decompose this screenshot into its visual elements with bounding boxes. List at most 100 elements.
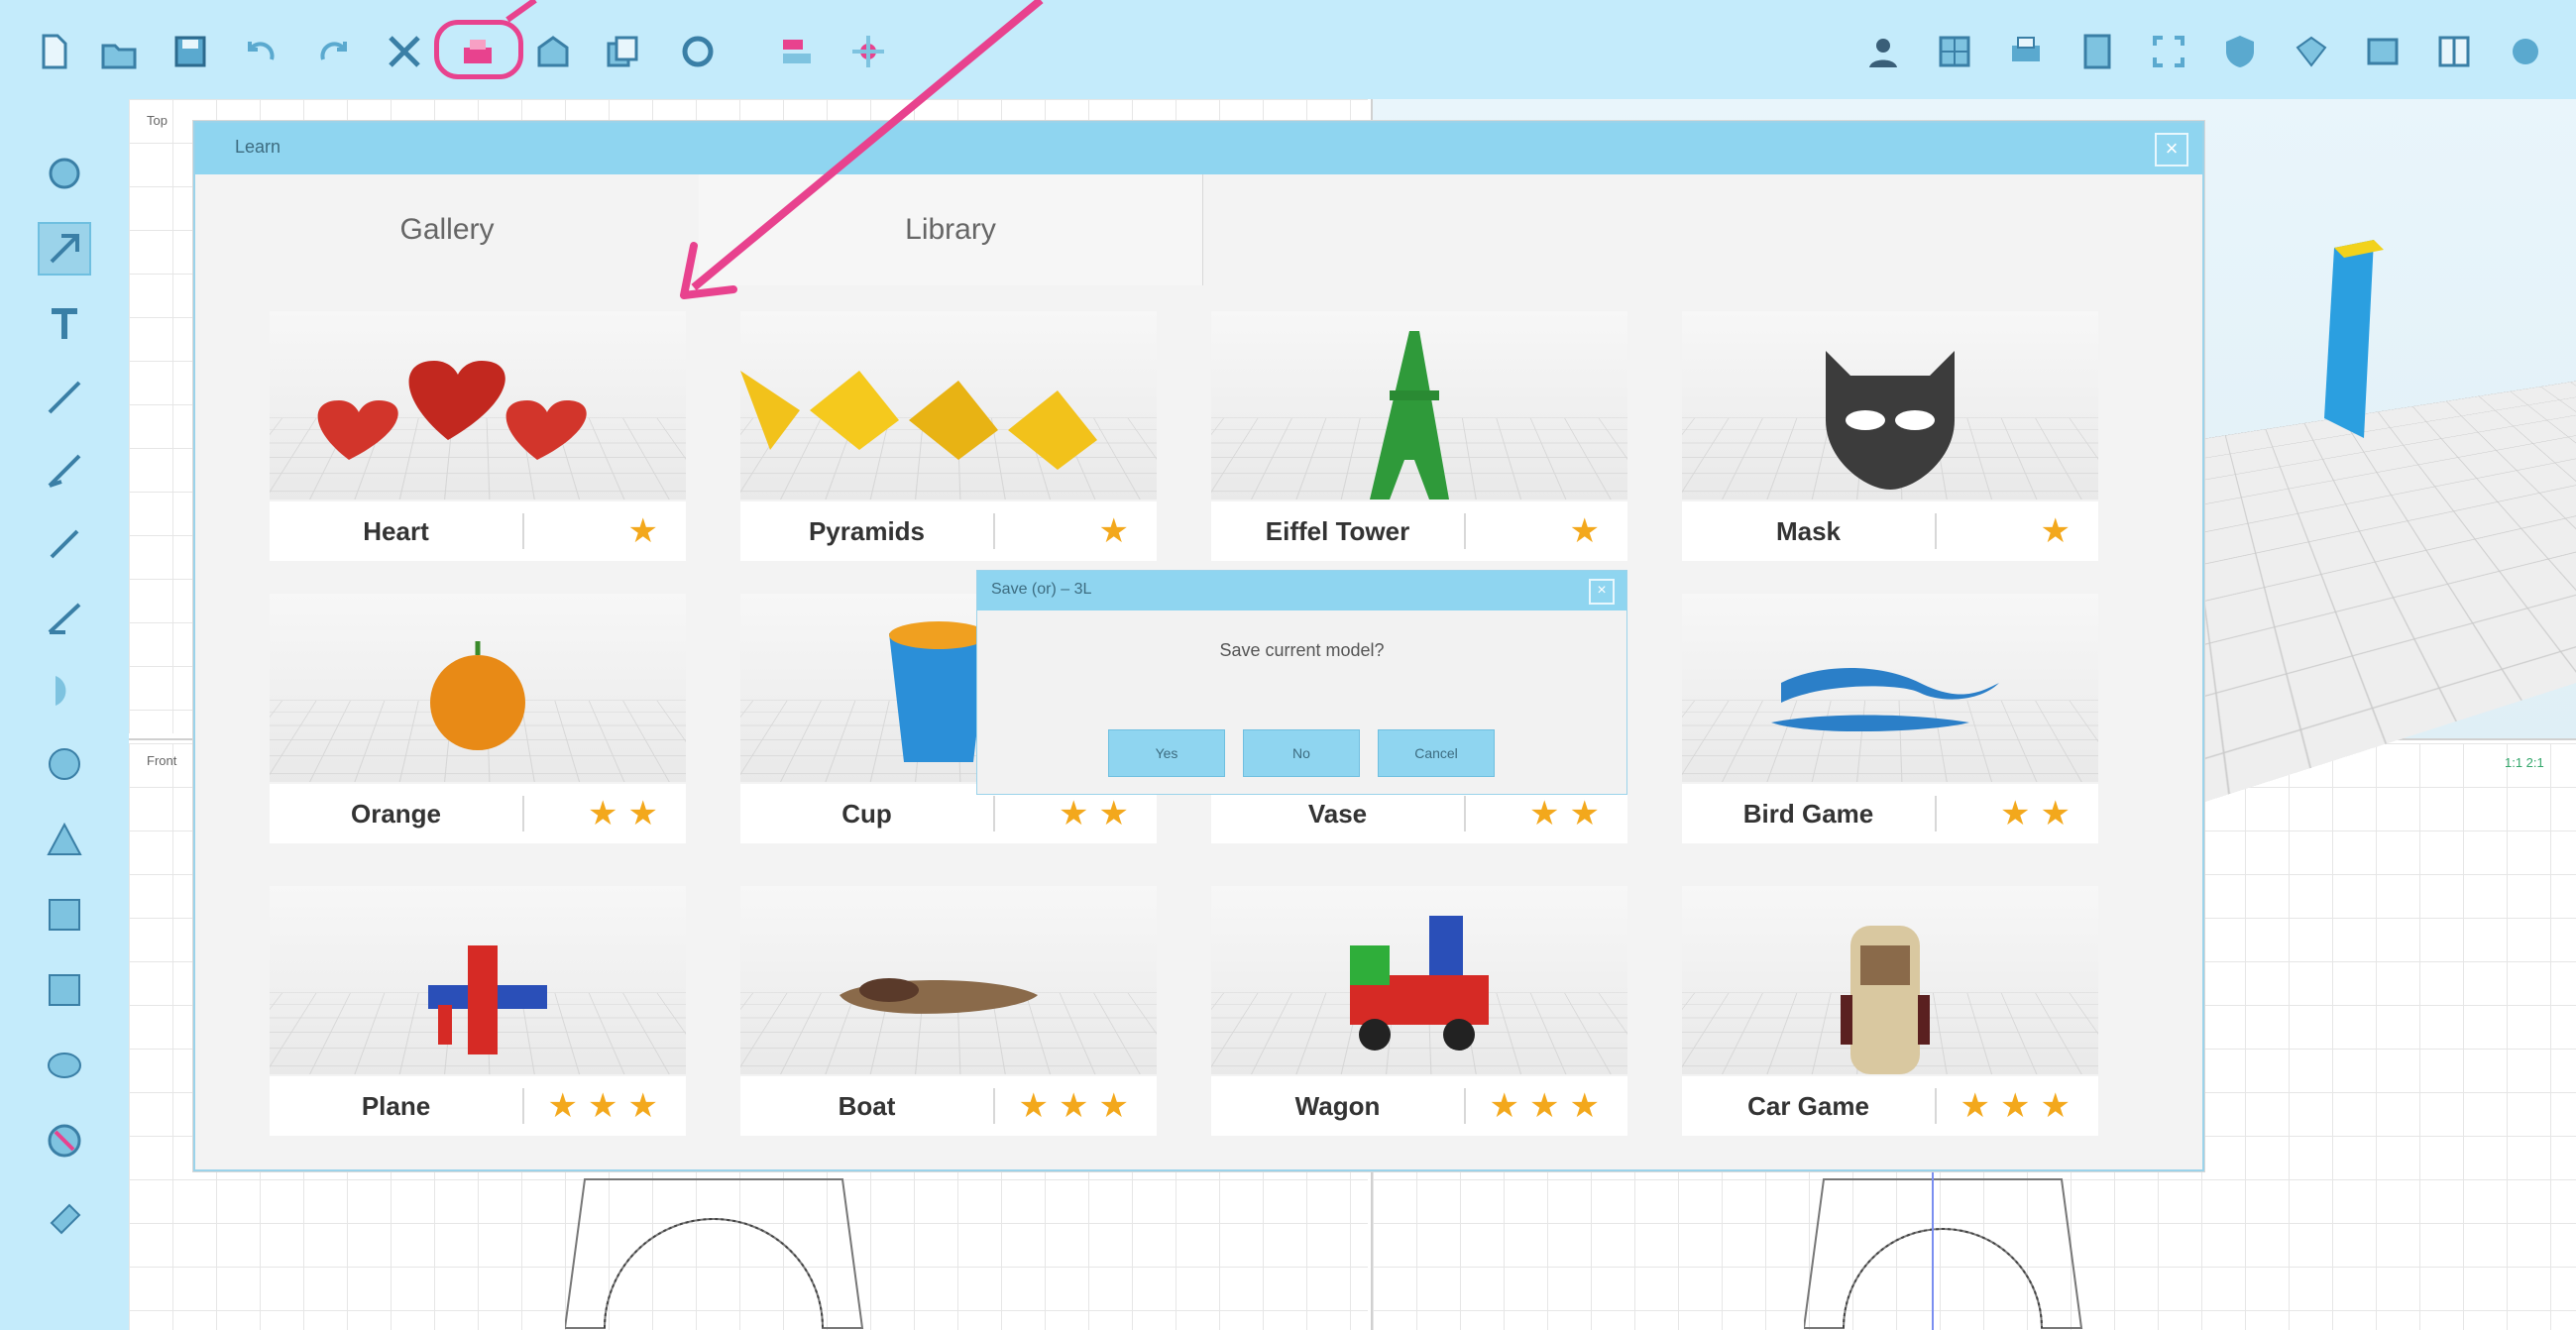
difficulty-stars: ★★★ [547, 1087, 668, 1125]
item-name: Bird Game [1742, 799, 1874, 829]
gallery-item-car-game[interactable]: Car Game ★★★ [1682, 886, 2098, 1154]
app-window: 1:1 2:1 Top Front Learn × Gallery Librar… [0, 0, 2576, 1330]
settings-icon[interactable] [844, 28, 892, 75]
brush-icon[interactable] [38, 517, 91, 571]
learn-highlight-ring [434, 20, 523, 79]
close-icon[interactable]: × [2155, 133, 2188, 166]
heart-thumbnail [270, 311, 686, 499]
shield-icon[interactable] [2216, 28, 2264, 75]
eraser-icon[interactable] [38, 1189, 91, 1243]
gallery-item-plane[interactable]: Plane ★★★ [270, 886, 686, 1154]
learn-dialog-title: Learn [235, 137, 281, 157]
print-icon[interactable] [2002, 28, 2050, 75]
bucket-icon[interactable] [38, 1114, 91, 1167]
scale-readout: 1:1 2:1 [2505, 755, 2544, 770]
refresh-icon[interactable] [674, 28, 722, 75]
save-icon[interactable] [167, 28, 214, 75]
item-name: Plane [361, 1091, 431, 1121]
grid-icon[interactable] [1931, 28, 1978, 75]
gem-icon[interactable] [2288, 28, 2335, 75]
redo-icon[interactable] [309, 28, 357, 75]
wagon-thumbnail [1211, 886, 1627, 1074]
hand-icon[interactable] [38, 147, 91, 200]
difficulty-stars: ★ [1098, 512, 1139, 550]
left-toolbar [0, 99, 129, 1330]
item-name: Eiffel Tower [1265, 516, 1410, 546]
item-name: Car Game [1747, 1091, 1869, 1121]
user-icon[interactable] [1859, 28, 1907, 75]
undo-icon[interactable] [238, 28, 285, 75]
item-name: Pyramids [808, 516, 926, 546]
mask-thumbnail [1682, 311, 2098, 499]
difficulty-stars: ★★ [2000, 795, 2080, 832]
top-toolbar [0, 0, 2576, 99]
eiffel-tower-thumbnail [1211, 311, 1627, 499]
difficulty-stars: ★★★ [1489, 1087, 1610, 1125]
fullscreen-icon[interactable] [2145, 28, 2192, 75]
gallery-item-mask[interactable]: Mask ★ [1682, 311, 2098, 579]
save-dialog-message: Save current model? [1219, 640, 1385, 660]
front-view-label: Front [147, 753, 177, 768]
circle-icon[interactable] [38, 737, 91, 791]
car-game-thumbnail [1682, 886, 2098, 1074]
plane-thumbnail [270, 886, 686, 1074]
bird-game-thumbnail [1682, 594, 2098, 782]
item-name: Orange [350, 799, 442, 829]
pen-icon[interactable] [38, 444, 91, 498]
item-name: Cup [841, 799, 892, 829]
new-icon[interactable] [30, 28, 77, 75]
help-icon[interactable] [2502, 28, 2549, 75]
tab-gallery[interactable]: Gallery [195, 174, 700, 285]
close-icon[interactable]: × [1589, 579, 1615, 605]
curve-icon[interactable] [38, 591, 91, 644]
front-arch-outline [565, 1178, 864, 1329]
layout-icon[interactable] [2430, 28, 2478, 75]
text-icon[interactable] [38, 297, 91, 351]
difficulty-stars: ★ [2040, 512, 2080, 550]
item-name: Heart [363, 516, 429, 546]
side-arch-outline [1804, 1169, 2083, 1330]
page-icon[interactable] [2073, 28, 2121, 75]
line-icon[interactable] [38, 371, 91, 424]
item-name: Wagon [1294, 1091, 1381, 1121]
boat-thumbnail [740, 886, 1157, 1074]
difficulty-stars: ★ [627, 512, 668, 550]
chart-icon[interactable] [773, 28, 821, 75]
orange-thumbnail [270, 594, 686, 782]
gallery-item-bird-game[interactable]: Bird Game ★★ [1682, 594, 2098, 861]
triangle-icon[interactable] [38, 813, 91, 866]
open-icon[interactable] [95, 28, 143, 75]
arc-icon[interactable] [38, 664, 91, 718]
top-view-label: Top [147, 113, 168, 128]
item-name: Boat [838, 1091, 896, 1121]
image-icon[interactable] [2359, 28, 2407, 75]
difficulty-stars: ★★ [588, 795, 668, 832]
copy-icon[interactable] [599, 28, 646, 75]
blue-shape [2324, 240, 2384, 438]
item-name: Mask [1775, 516, 1842, 546]
yes-button[interactable]: Yes [1108, 729, 1225, 777]
gallery-item-pyramids[interactable]: Pyramids ★ [740, 311, 1157, 579]
ellipse-icon[interactable] [38, 1039, 91, 1092]
save-dialog: Save (or) – 3L × Save current model? Yes… [976, 570, 1627, 795]
no-button[interactable]: No [1243, 729, 1360, 777]
square-icon[interactable] [38, 888, 91, 942]
difficulty-stars: ★ [1569, 512, 1610, 550]
tools-icon[interactable] [381, 28, 428, 75]
save-dialog-title: Save (or) – 3L [991, 581, 1092, 598]
gallery-item-wagon[interactable]: Wagon ★★★ [1211, 886, 1627, 1154]
learn-dialog-titlebar[interactable]: Learn × [195, 123, 2202, 174]
gallery-item-eiffel-tower[interactable]: Eiffel Tower ★ [1211, 311, 1627, 579]
difficulty-stars: ★★★ [1960, 1087, 2080, 1125]
cancel-button[interactable]: Cancel [1378, 729, 1495, 777]
building-icon[interactable] [529, 28, 577, 75]
save-dialog-titlebar[interactable]: Save (or) – 3L × [977, 571, 1626, 610]
rectangle-icon[interactable] [38, 963, 91, 1017]
pyramids-thumbnail [740, 311, 1157, 499]
gallery-item-orange[interactable]: Orange ★★ [270, 594, 686, 861]
gallery-item-boat[interactable]: Boat ★★★ [740, 886, 1157, 1154]
select-icon[interactable] [38, 222, 91, 276]
difficulty-stars: ★★★ [1018, 1087, 1139, 1125]
gallery-item-heart[interactable]: Heart ★ [270, 311, 686, 579]
tab-library[interactable]: Library [699, 174, 1203, 285]
